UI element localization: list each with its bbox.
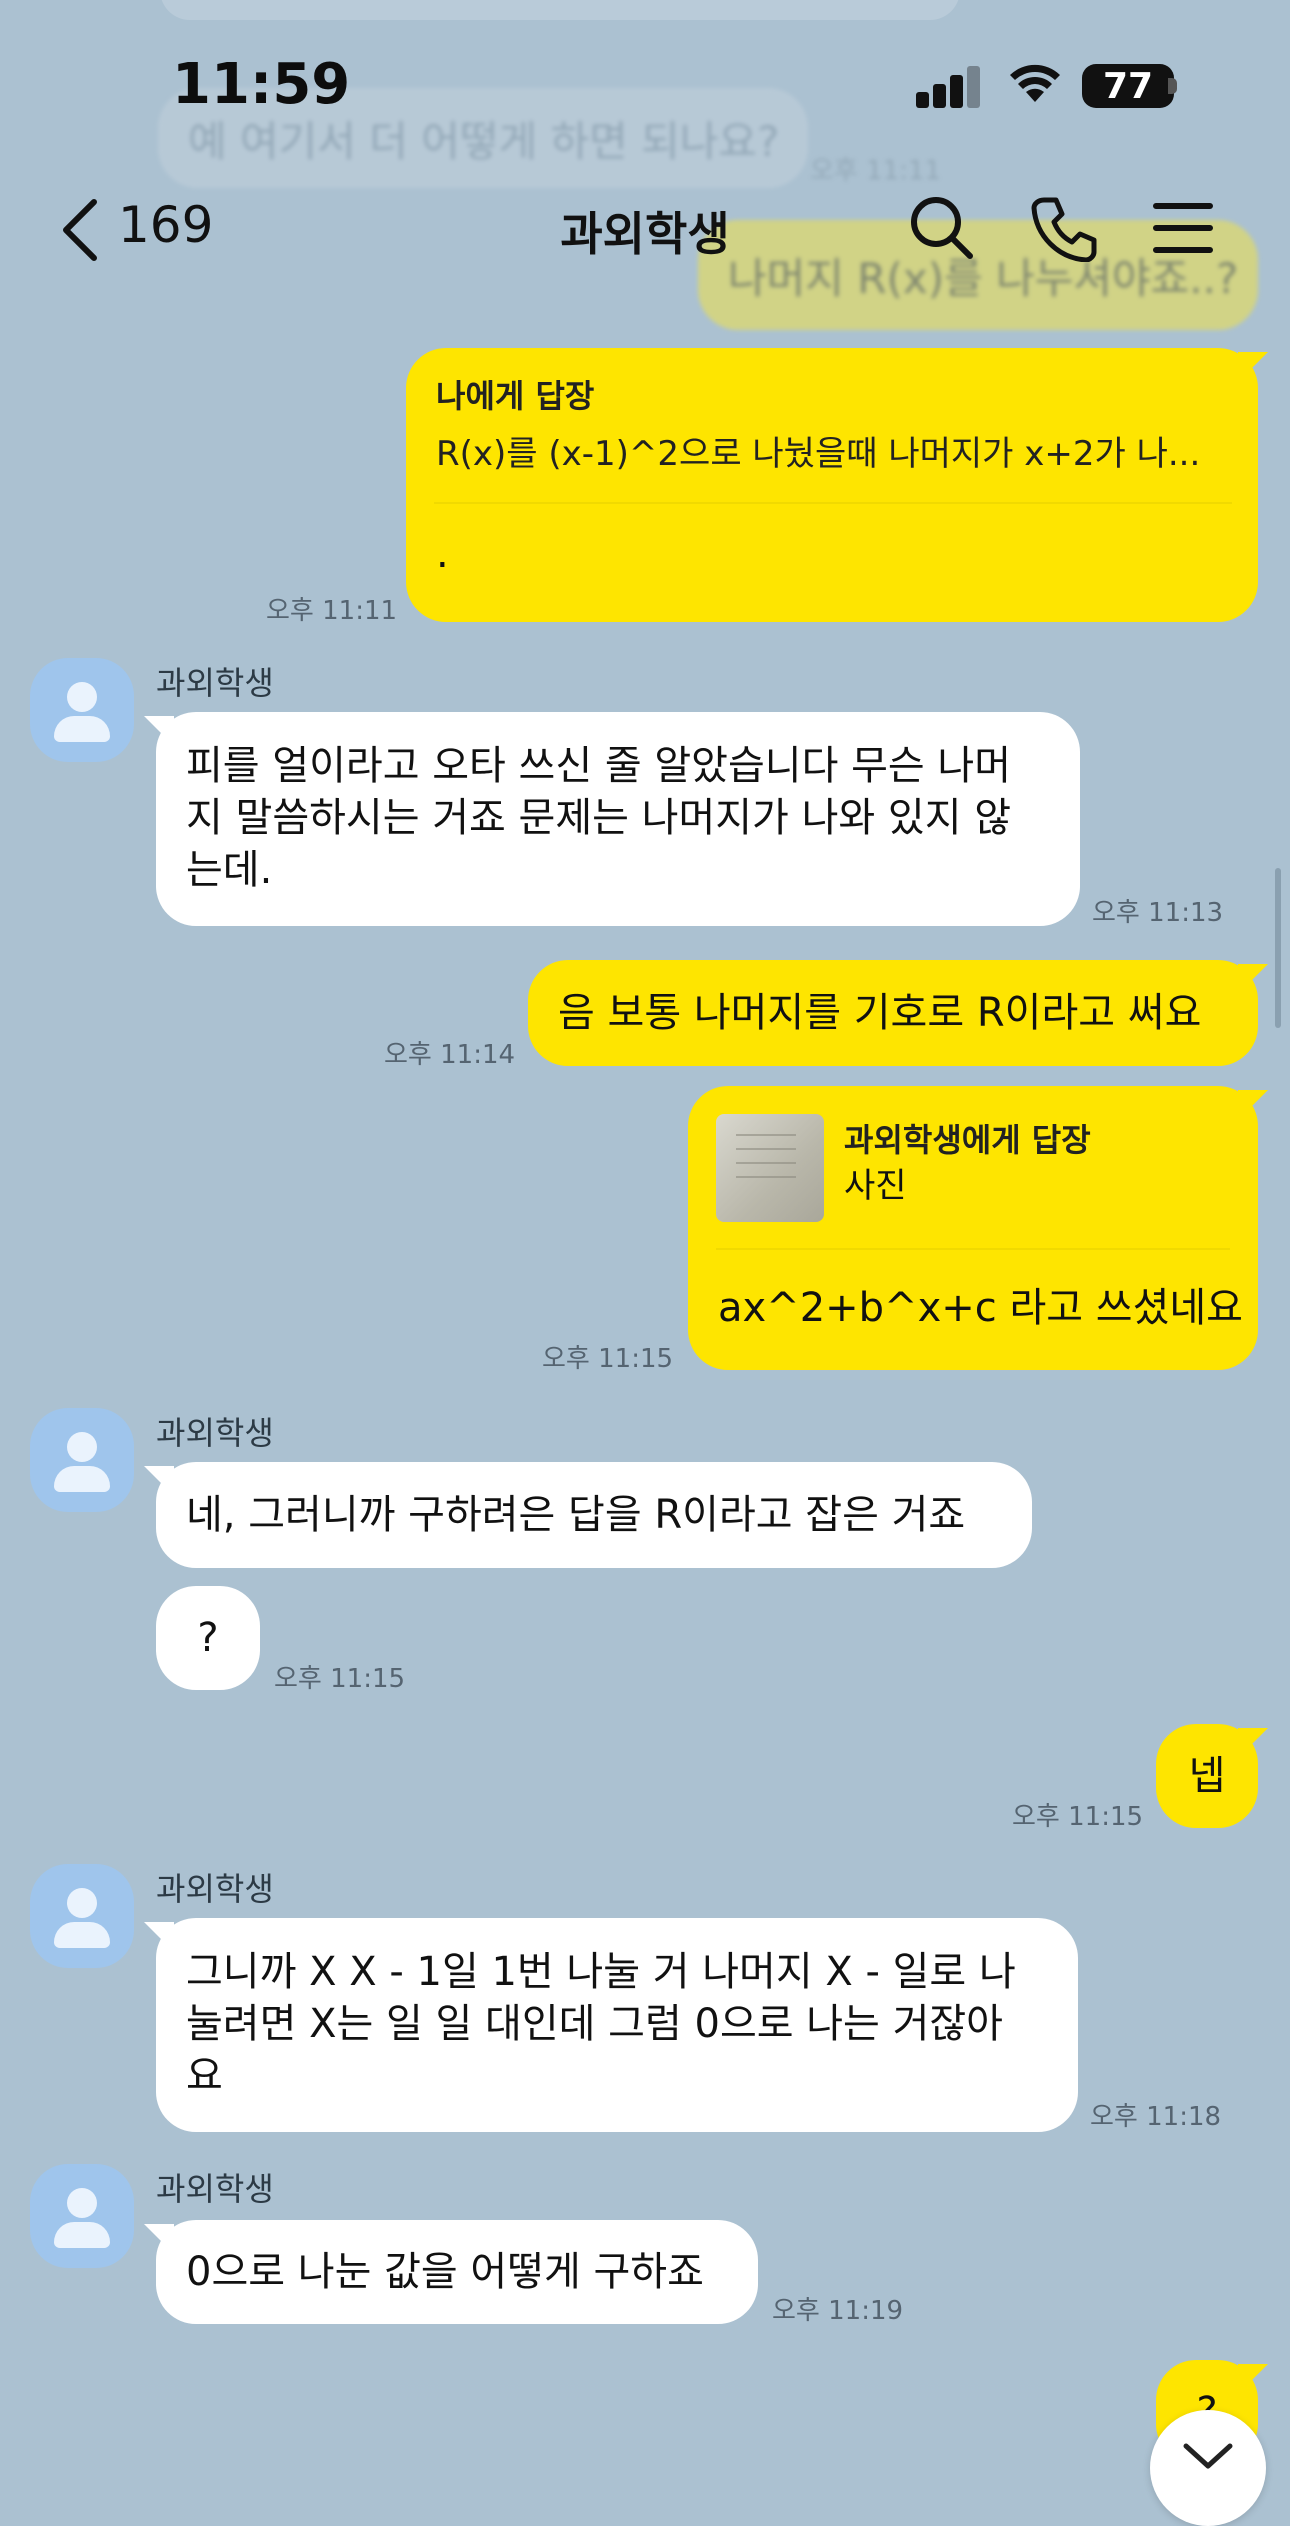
sender-name: 과외학생 (156, 2170, 274, 2208)
incoming-message[interactable]: 네, 그러니까 구하려은 답을 R이라고 잡은 거죠 (156, 1462, 1032, 1568)
message-time: 오후 11:14 (384, 1040, 516, 1070)
message-text: ? (197, 1615, 219, 1661)
reply-quote: R(x)를 (x-1)^2으로 나눴을때 나머지가 x+2가 나... (436, 434, 1201, 474)
chat-header: 169 과외학생 (0, 170, 1290, 290)
phone-icon[interactable] (1030, 194, 1098, 262)
message-line: 그니까 X X - 1일 1번 나눌 거 나머지 X - 일로 나 (186, 1949, 1016, 1995)
photo-thumbnail[interactable] (716, 1114, 824, 1222)
menu-icon[interactable] (1152, 200, 1214, 256)
avatar[interactable] (30, 658, 134, 762)
status-bar: 11:59 77 (0, 0, 1290, 170)
message-text: 넵 (1188, 1753, 1226, 1799)
my-reply-photo-message[interactable]: 과외학생에게 답장 사진 ax^2+b^x+c 라고 쓰셨네요 (688, 1086, 1258, 1370)
avatar[interactable] (30, 1864, 134, 1968)
message-time: 오후 11:13 (1092, 898, 1224, 928)
message-time: 오후 11:18 (1090, 2102, 1222, 2132)
message-line: 는데. (186, 847, 273, 893)
avatar[interactable] (30, 1408, 134, 1512)
message-line: 피를 얼이라고 오타 쓰신 줄 알았습니다 무슨 나머 (186, 743, 1012, 789)
wifi-icon (1010, 64, 1060, 102)
chevron-down-icon (1183, 2443, 1233, 2469)
scrollbar[interactable] (1275, 868, 1281, 1028)
my-message[interactable]: 음 보통 나머지를 기호로 R이라고 써요 (528, 960, 1258, 1066)
reply-label: 과외학생에게 답장 (844, 1121, 1091, 1159)
status-time: 11:59 (172, 52, 351, 117)
reply-label: 나에게 답장 (436, 377, 595, 415)
battery-cap (1168, 78, 1177, 94)
message-line: 지 말씀하시는 거죠 문제는 나머지가 나와 있지 않 (186, 795, 1012, 841)
message-time: 오후 11:19 (772, 2296, 904, 2326)
sender-name: 과외학생 (156, 664, 274, 702)
message-time: 오후 11:15 (274, 1664, 406, 1694)
message-text: . (436, 531, 449, 577)
my-message[interactable]: 넵 (1156, 1724, 1258, 1828)
avatar[interactable] (30, 2164, 134, 2268)
incoming-message[interactable]: 0으로 나눈 값을 어떻게 구하죠 (156, 2220, 758, 2324)
sender-name: 과외학생 (156, 1870, 274, 1908)
message-text: 0으로 나눈 값을 어떻게 구하죠 (186, 2249, 704, 2295)
message-time: 오후 11:11 (266, 596, 398, 626)
message-text: 음 보통 나머지를 기호로 R이라고 써요 (558, 990, 1202, 1036)
message-time: 오후 11:15 (1012, 1802, 1144, 1832)
scroll-to-bottom-button[interactable] (1150, 2410, 1266, 2526)
message-line: 요 (186, 2053, 223, 2099)
my-reply-message[interactable]: 나에게 답장 R(x)를 (x-1)^2으로 나눴을때 나머지가 x+2가 나.… (406, 348, 1258, 622)
reply-divider (434, 502, 1232, 504)
message-text: 네, 그러니까 구하려은 답을 R이라고 잡은 거죠 (186, 1492, 966, 1538)
battery-icon: 77 (1082, 64, 1174, 108)
message-text: ax^2+b^x+c 라고 쓰셨네요 (718, 1285, 1243, 1331)
cellular-signal-icon (916, 62, 982, 108)
reply-quote: 사진 (844, 1166, 907, 1206)
reply-divider (716, 1248, 1230, 1250)
message-time: 오후 11:15 (542, 1344, 674, 1374)
incoming-message[interactable]: ? (156, 1586, 260, 1690)
sender-name: 과외학생 (156, 1414, 274, 1452)
message-line: 눌려면 X는 일 일 대인데 그럼 0으로 나는 거잖아 (186, 2001, 1003, 2047)
incoming-message[interactable]: 피를 얼이라고 오타 쓰신 줄 알았습니다 무슨 나머 지 말씀하시는 거죠 문… (156, 712, 1080, 926)
incoming-message[interactable]: 그니까 X X - 1일 1번 나눌 거 나머지 X - 일로 나 눌려면 X는… (156, 1918, 1078, 2132)
search-icon[interactable] (908, 194, 976, 262)
